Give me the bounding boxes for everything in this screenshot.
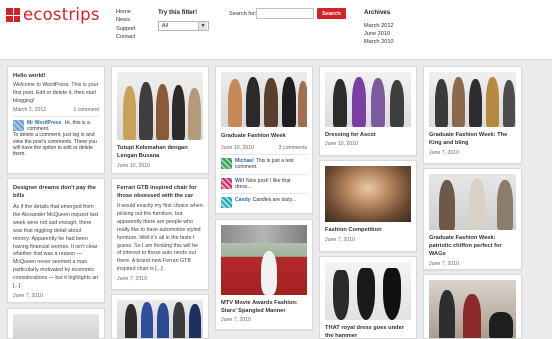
post-date: June 10, 2010 xyxy=(117,163,150,169)
comment-author[interactable]: Mr WordPress xyxy=(27,120,61,126)
post-title[interactable]: Graduate Fashion Week: patriotic chiffon… xyxy=(429,234,516,258)
post-card-partial[interactable] xyxy=(7,308,105,339)
comment-author[interactable]: Candy xyxy=(235,197,251,203)
post-card-mtv-awards[interactable]: MTV Movie Awards Fashion: Stars' Spangle… xyxy=(215,219,313,330)
comment-item: Mr WordPress Hi, this is a comment. To d… xyxy=(13,115,99,161)
post-card-graduate-fashion-week[interactable]: Graduate Fashion Week June 10, 2010 3 co… xyxy=(215,66,313,214)
search-label: Search for: xyxy=(229,11,257,17)
comment-author[interactable]: Michael xyxy=(235,158,254,164)
post-date: June 7, 2010 xyxy=(429,150,459,156)
post-image xyxy=(325,72,411,127)
post-title[interactable]: Graduate Fashion Week: The King and blin… xyxy=(429,131,516,147)
avatar xyxy=(221,158,232,169)
post-image xyxy=(221,225,307,295)
post-card-tutupi[interactable]: Tutupi Kelemahan dengan Lengan Busana Ju… xyxy=(111,66,209,174)
post-image xyxy=(429,280,516,338)
nav-home[interactable]: Home xyxy=(116,8,136,16)
post-excerpt: Welcome to WordPress. This is your first… xyxy=(13,82,99,104)
avatar xyxy=(221,177,232,189)
post-title[interactable]: Graduate Fashion Week xyxy=(221,132,307,140)
nav-contact[interactable]: Contact xyxy=(116,33,136,41)
archive-link[interactable]: March 2010 xyxy=(364,38,394,46)
post-title[interactable]: Tutupi Kelemahan dengan Lengan Busana xyxy=(117,144,203,160)
comment-item: Will Nice post! I like that dress... xyxy=(221,173,307,194)
post-card-patriotic-chiffon[interactable]: Graduate Fashion Week: patriotic chiffon… xyxy=(423,168,522,270)
archive-link[interactable]: June 2010 xyxy=(364,30,394,38)
post-image xyxy=(429,174,516,230)
post-card-partial[interactable] xyxy=(111,294,209,339)
archives-list: March 2012 June 2010 March 2010 xyxy=(364,22,394,47)
comment-count[interactable]: 1 comment xyxy=(73,107,99,113)
post-date: June 7, 2010 xyxy=(325,237,355,243)
post-excerpt: It would exactly my first choice when pi… xyxy=(117,203,203,273)
post-excerpt: As if the details that emerged from the … xyxy=(13,204,99,290)
post-card-hello-world[interactable]: Hello world! Welcome to WordPress. This … xyxy=(7,66,105,174)
logo-text: ecostrips xyxy=(23,5,100,24)
search-input[interactable] xyxy=(256,8,314,19)
filter-title: Try this filter! xyxy=(158,9,198,16)
avatar xyxy=(221,197,232,209)
comment-item: Candy Candles are tasty... xyxy=(221,193,307,211)
post-title[interactable]: Dressing for Ascot xyxy=(325,131,411,139)
comment-author[interactable]: Will xyxy=(235,178,244,184)
search-button[interactable]: Search xyxy=(317,8,346,19)
post-date: March 2, 2012 xyxy=(13,106,47,113)
filter-selected-value: All xyxy=(162,23,168,29)
post-date: June 7, 2010 xyxy=(221,317,251,323)
post-image xyxy=(13,314,99,338)
post-title[interactable]: Fashion Competition xyxy=(325,226,411,234)
filter-select[interactable]: All ▼ xyxy=(158,21,209,31)
site-header: ecostrips Home News Support Contact Try … xyxy=(0,0,552,60)
post-image xyxy=(429,72,516,127)
comment-text-more: To delete a comment, just log in and vie… xyxy=(13,132,97,158)
logo-icon xyxy=(6,8,20,23)
comment-item: Michael This is just a test comment. xyxy=(221,154,307,174)
nav-news[interactable]: News xyxy=(116,16,136,24)
post-card-ferrari-chair[interactable]: Ferrari GTB inspired chair for those obs… xyxy=(111,178,209,290)
post-title[interactable]: Hello world! xyxy=(13,72,99,80)
post-title[interactable]: Ferrari GTB inspired chair for those obs… xyxy=(117,184,203,200)
post-image xyxy=(221,72,307,127)
post-date: June 10, 2010 xyxy=(325,141,358,147)
post-card-dressing-for-ascot[interactable]: Dressing for Ascot June 10, 2010 xyxy=(319,66,417,156)
post-card-royal-dress[interactable]: THAT royal dress goes under the hammer xyxy=(319,256,417,339)
post-title[interactable]: MTV Movie Awards Fashion: Stars' Spangle… xyxy=(221,299,307,315)
post-date: June 7, 2010 xyxy=(429,261,459,267)
post-title[interactable]: THAT royal dress goes under the hammer xyxy=(325,324,411,338)
archives-title: Archives xyxy=(364,9,391,16)
comment-text: Candles are tasty... xyxy=(252,197,297,204)
post-image xyxy=(325,262,411,320)
post-card-designer-dreams[interactable]: Designer dreams don't pay the bills As i… xyxy=(7,178,105,303)
nav-support[interactable]: Support xyxy=(116,25,136,33)
site-logo[interactable]: ecostrips xyxy=(6,5,100,24)
post-date: June 7, 2010 xyxy=(117,276,147,283)
post-card-partial[interactable] xyxy=(423,274,522,339)
post-card-fashion-competition[interactable]: Fashion Competition June 7, 2010 xyxy=(319,160,417,252)
post-image xyxy=(117,72,203,140)
post-title[interactable]: Designer dreams don't pay the bills xyxy=(13,184,99,200)
post-date: June 10, 2010 xyxy=(221,145,254,151)
comment-count[interactable]: 3 comments xyxy=(279,145,307,151)
post-image xyxy=(117,300,203,338)
post-card-king-and-bling[interactable]: Graduate Fashion Week: The King and blin… xyxy=(423,66,522,164)
chevron-down-icon: ▼ xyxy=(198,22,207,30)
post-date: June 7, 2010 xyxy=(13,292,43,299)
archive-link[interactable]: March 2012 xyxy=(364,22,394,30)
main-nav: Home News Support Contact xyxy=(116,8,136,42)
avatar xyxy=(13,119,24,131)
post-image xyxy=(325,166,411,222)
